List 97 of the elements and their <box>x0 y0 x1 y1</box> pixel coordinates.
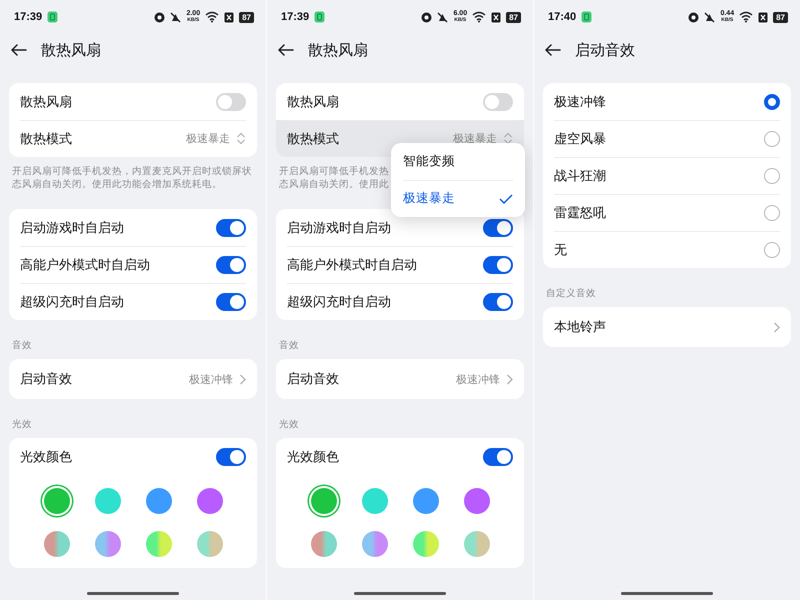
setting-label: 散热模式 <box>20 130 73 148</box>
chevron-right-icon <box>239 374 246 384</box>
setting-value: 极速暴走 <box>453 132 497 146</box>
color-swatch[interactable] <box>412 531 438 557</box>
check-icon <box>499 192 513 204</box>
description-text: 态风扇自动关闭。使用此功能会增加系统耗电。 <box>12 178 223 191</box>
sim-icon <box>224 12 234 22</box>
setting-label: 散热风扇 <box>20 92 73 110</box>
notification-icon <box>314 11 326 23</box>
bell-off-icon <box>170 12 182 22</box>
chevron-right-icon <box>506 374 513 384</box>
setting-label: 启动游戏时自启动 <box>20 218 125 236</box>
color-swatch[interactable] <box>362 531 388 557</box>
description-text: 开启风扇可降低手机发热，内置麦克风开启时或锁屏状 <box>12 165 253 178</box>
color-swatch[interactable] <box>146 531 172 557</box>
circle-icon <box>688 12 700 22</box>
color-swatch[interactable] <box>464 531 490 557</box>
radio-option[interactable]: 虚空风暴 <box>543 120 791 157</box>
setting-label: 高能户外模式时自启动 <box>20 256 151 274</box>
battery-level: 87 <box>506 12 521 22</box>
bell-off-icon <box>437 12 448 22</box>
radio-option[interactable]: 极速冲锋 <box>543 83 791 120</box>
setting-label: 光效颜色 <box>20 448 73 466</box>
color-swatch[interactable] <box>362 488 388 514</box>
toggle-switch[interactable] <box>483 92 513 110</box>
setting-label: 本地铃声 <box>554 318 607 336</box>
status-time: 17:39 <box>281 11 310 23</box>
setting-label: 启动游戏时自启动 <box>287 218 392 236</box>
setting-row[interactable]: 散热模式 极速暴走 <box>9 120 257 157</box>
toggle-switch[interactable] <box>483 292 513 310</box>
color-swatch[interactable] <box>310 488 336 514</box>
setting-label: 超级闪充时自启动 <box>20 292 125 310</box>
circle-icon <box>421 12 432 22</box>
notification-icon <box>581 11 592 23</box>
sim-icon <box>758 12 768 22</box>
sim-icon <box>491 12 502 22</box>
toggle-switch[interactable] <box>216 256 246 274</box>
page-title: 散热风扇 <box>41 40 101 60</box>
page-title: 启动音效 <box>575 40 635 60</box>
setting-label: 启动音效 <box>287 370 340 388</box>
setting-row[interactable]: 启动音效 极速冲锋 <box>9 359 257 399</box>
setting-label: 高能户外模式时自启动 <box>287 256 418 274</box>
setting-label: 散热风扇 <box>287 92 340 110</box>
toggle-switch[interactable] <box>216 218 246 236</box>
toggle-switch[interactable] <box>216 92 246 110</box>
setting-row[interactable]: 本地铃声 <box>543 307 791 347</box>
setting-label: 超级闪充时自启动 <box>287 292 392 310</box>
page-title: 散热风扇 <box>308 40 368 60</box>
status-time: 17:40 <box>548 11 576 23</box>
color-swatch[interactable] <box>196 531 222 557</box>
color-swatch[interactable] <box>196 488 222 514</box>
wifi-icon <box>205 11 220 23</box>
color-swatch[interactable] <box>94 531 120 557</box>
up-down-icon <box>503 132 513 145</box>
section-header: 音效 <box>278 340 300 352</box>
status-time: 17:39 <box>14 11 42 23</box>
up-down-icon <box>236 132 246 145</box>
setting-value: 极速冲锋 <box>189 372 233 386</box>
color-swatch[interactable] <box>412 488 438 514</box>
section-header: 光效 <box>278 419 300 431</box>
radio-option[interactable]: 无 <box>543 231 791 268</box>
color-swatch[interactable] <box>464 488 490 514</box>
wifi-icon <box>472 11 486 23</box>
setting-label: 光效颜色 <box>287 448 340 466</box>
color-swatch[interactable] <box>310 531 336 557</box>
chevron-right-icon <box>773 322 780 332</box>
toggle-switch[interactable] <box>483 256 513 274</box>
section-header: 光效 <box>11 419 33 431</box>
circle-icon <box>154 12 166 22</box>
color-swatch[interactable] <box>44 531 70 557</box>
back-icon[interactable] <box>10 44 27 56</box>
setting-value: 极速冲锋 <box>456 372 500 386</box>
color-swatch[interactable] <box>94 488 120 514</box>
setting-label: 散热模式 <box>287 130 340 148</box>
setting-row[interactable]: 启动音效 极速冲锋 <box>276 359 524 399</box>
section-header: 自定义音效 <box>545 288 597 300</box>
color-swatch[interactable] <box>44 488 70 514</box>
setting-label: 启动音效 <box>20 370 73 388</box>
bell-off-icon <box>704 12 716 22</box>
setting-value: 极速暴走 <box>186 132 230 146</box>
radio-option[interactable]: 战斗狂潮 <box>543 157 791 194</box>
wifi-icon <box>739 11 754 23</box>
description-text: 开启风扇可降低手机发热 <box>279 165 390 178</box>
notification-icon <box>47 11 58 23</box>
toggle-switch[interactable] <box>216 292 246 310</box>
toggle-switch[interactable] <box>216 448 246 466</box>
color-swatch[interactable] <box>146 488 172 514</box>
battery-level: 87 <box>773 12 788 22</box>
toggle-switch[interactable] <box>483 218 513 236</box>
section-header: 音效 <box>11 340 33 352</box>
toggle-switch[interactable] <box>483 448 513 466</box>
battery-level: 87 <box>239 12 254 22</box>
menu-item[interactable]: 极速暴走 <box>391 180 525 217</box>
back-icon[interactable] <box>277 44 294 56</box>
description-text: 态风扇自动关闭。使用此 <box>279 178 390 191</box>
radio-option[interactable]: 雷霆怒吼 <box>543 194 791 231</box>
back-icon[interactable] <box>544 44 561 56</box>
